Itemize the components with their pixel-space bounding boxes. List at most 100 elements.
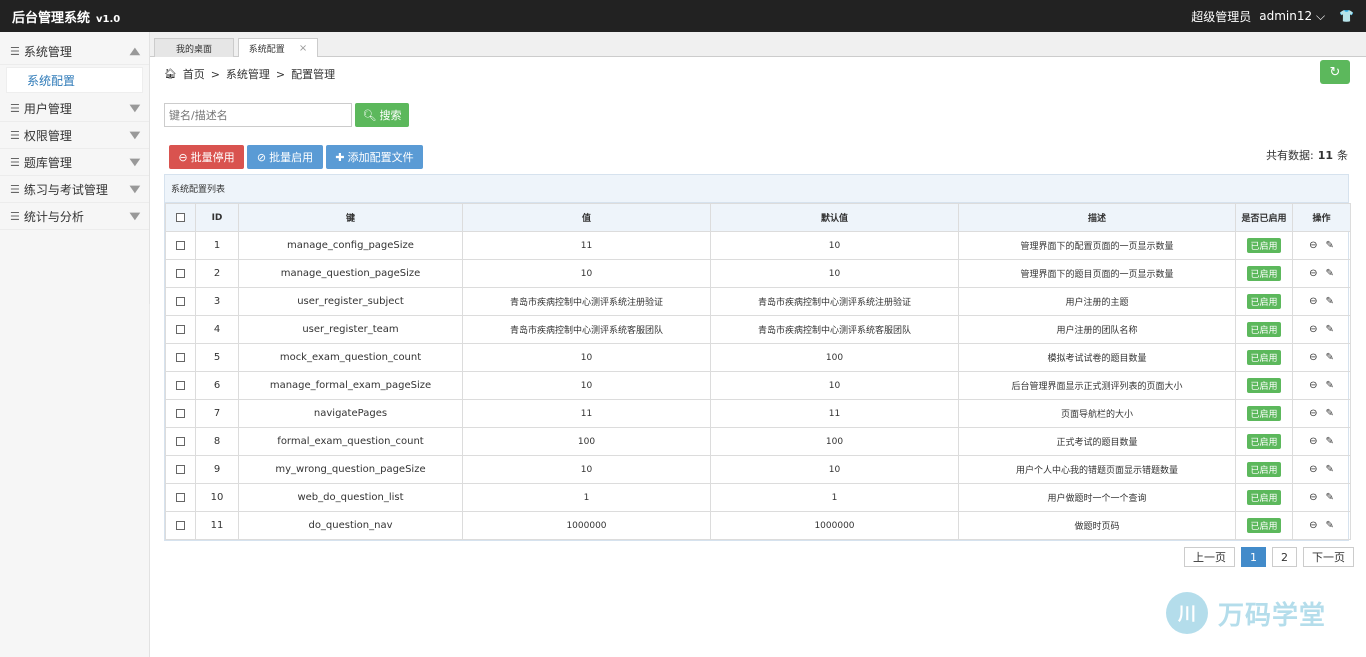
sidebar-item-system[interactable]: ☰ 系统管理 ▲: [0, 38, 149, 65]
row-checkbox[interactable]: [176, 492, 185, 502]
page-1-button[interactable]: 1: [1241, 547, 1266, 567]
search-icon: 🔍︎: [362, 108, 377, 122]
cell-actions: ⊖ ✎: [1292, 399, 1351, 428]
disable-icon[interactable]: ⊖: [1309, 408, 1317, 419]
close-icon[interactable]: ×: [299, 43, 307, 54]
cell-id: 10: [195, 483, 239, 512]
cell-status: 已启用: [1235, 287, 1293, 316]
row-checkbox[interactable]: [176, 240, 185, 250]
col-header-id[interactable]: ID: [195, 203, 239, 232]
row-checkbox-cell: [165, 511, 196, 540]
disable-icon[interactable]: ⊖: [1309, 296, 1317, 307]
cell-key: my_wrong_question_pageSize: [238, 455, 463, 484]
edit-icon[interactable]: ✎: [1326, 436, 1334, 447]
edit-icon[interactable]: ✎: [1326, 492, 1334, 503]
cell-default: 青岛市疾病控制中心测评系统注册验证: [710, 287, 959, 316]
batch-enable-button[interactable]: ⊘ 批量启用: [247, 145, 323, 169]
cell-default: 10: [710, 231, 959, 260]
user-role[interactable]: 超级管理员: [1191, 8, 1251, 25]
table-row: 8 formal_exam_question_count 100 100 正式考试的题目…: [165, 427, 1351, 456]
cell-status: 已启用: [1235, 315, 1293, 344]
add-config-button[interactable]: ✚ 添加配置文件: [326, 145, 423, 169]
cell-desc: 管理界面下的配置页面的一页显示数量: [958, 231, 1236, 260]
col-header-default[interactable]: 默认值: [710, 203, 959, 232]
disable-icon[interactable]: ⊖: [1309, 464, 1317, 475]
disable-icon[interactable]: ⊖: [1309, 492, 1317, 503]
breadcrumb-config: 配置管理: [291, 68, 336, 81]
row-checkbox[interactable]: [176, 296, 185, 306]
tab-desktop[interactable]: 我的桌面: [154, 38, 234, 57]
cell-status: 已启用: [1235, 427, 1293, 456]
disable-icon[interactable]: ⊖: [1309, 352, 1317, 363]
disable-icon[interactable]: ⊖: [1309, 268, 1317, 279]
col-header-value[interactable]: 值: [462, 203, 711, 232]
batch-disable-button[interactable]: ⊖ 批量停用: [169, 145, 244, 169]
sidebar-subitem-system-config[interactable]: 系统配置: [6, 67, 143, 93]
status-badge: 已启用: [1247, 238, 1281, 253]
disable-icon[interactable]: ⊖: [1309, 324, 1317, 335]
row-checkbox[interactable]: [176, 436, 185, 446]
row-checkbox[interactable]: [176, 380, 185, 390]
cell-key: mock_exam_question_count: [238, 343, 463, 372]
username-dropdown[interactable]: admin12 ⌵: [1259, 9, 1325, 24]
edit-icon[interactable]: ✎: [1326, 324, 1334, 335]
edit-icon[interactable]: ✎: [1326, 240, 1334, 251]
edit-icon[interactable]: ✎: [1326, 520, 1334, 531]
disable-icon[interactable]: ⊖: [1309, 380, 1317, 391]
col-header-desc[interactable]: 描述: [958, 203, 1236, 232]
edit-icon[interactable]: ✎: [1326, 464, 1334, 475]
edit-icon[interactable]: ✎: [1326, 408, 1334, 419]
breadcrumb-home[interactable]: 首页: [183, 66, 205, 82]
tab-system-config[interactable]: 系统配置 ×: [238, 38, 318, 57]
row-checkbox[interactable]: [176, 324, 185, 334]
col-header-key[interactable]: 键: [238, 203, 463, 232]
menu-icon: ☰: [10, 128, 20, 142]
cell-actions: ⊖ ✎: [1292, 427, 1351, 456]
sidebar-item-question-bank[interactable]: ☰ 题库管理 ▼: [0, 149, 149, 176]
select-all-checkbox[interactable]: [176, 212, 185, 222]
app-title[interactable]: 后台管理系统: [12, 7, 90, 26]
sidebar-item-exam[interactable]: ☰ 练习与考试管理 ▼: [0, 176, 149, 203]
brand[interactable]: 后台管理系统 v1.0: [12, 7, 120, 26]
cell-desc: 正式考试的题目数量: [958, 427, 1236, 456]
table-row: 6 manage_formal_exam_pageSize 10 10 后台管理界面显示…: [165, 371, 1351, 400]
breadcrumb-system[interactable]: 系统管理: [226, 66, 270, 82]
next-page-button[interactable]: 下一页: [1303, 547, 1354, 567]
search-button[interactable]: 🔍︎ 搜索: [355, 103, 409, 127]
disable-icon[interactable]: ⊖: [1309, 240, 1317, 251]
cell-default: 100: [710, 343, 959, 372]
sidebar-item-users[interactable]: ☰ 用户管理 ▼: [0, 95, 149, 122]
breadcrumb-separator: >: [275, 67, 286, 81]
disable-icon[interactable]: ⊖: [1309, 436, 1317, 447]
cell-id: 6: [195, 371, 239, 400]
row-checkbox[interactable]: [176, 268, 185, 278]
disable-icon[interactable]: ⊖: [1309, 520, 1317, 531]
edit-icon[interactable]: ✎: [1326, 268, 1334, 279]
search-input[interactable]: [164, 103, 352, 127]
sidebar-item-permissions[interactable]: ☰ 权限管理 ▼: [0, 122, 149, 149]
edit-icon[interactable]: ✎: [1326, 296, 1334, 307]
table-row: 1 manage_config_pageSize 11 10 管理界面下的配置页面的一页…: [165, 231, 1351, 260]
edit-icon[interactable]: ✎: [1326, 352, 1334, 363]
cell-key: navigatePages: [238, 399, 463, 428]
refresh-button[interactable]: ↻: [1320, 60, 1350, 84]
cell-id: 7: [195, 399, 239, 428]
row-checkbox[interactable]: [176, 464, 185, 474]
sidebar-item-label: 权限管理: [23, 128, 72, 143]
col-header-enabled[interactable]: 是否已启用: [1235, 203, 1293, 232]
table-row: 9 my_wrong_question_pageSize 10 10 用户个人中心我的错…: [165, 455, 1351, 484]
skin-switch-icon[interactable]: 👕: [1339, 9, 1354, 23]
cell-key: user_register_team: [238, 315, 463, 344]
status-badge: 已启用: [1247, 518, 1281, 533]
prev-page-button[interactable]: 上一页: [1184, 547, 1235, 567]
sidebar-item-stats[interactable]: ☰ 统计与分析 ▼: [0, 203, 149, 230]
row-checkbox[interactable]: [176, 408, 185, 418]
row-checkbox-cell: [165, 483, 196, 512]
page-2-button[interactable]: 2: [1272, 547, 1297, 567]
row-checkbox[interactable]: [176, 520, 185, 530]
tab-label: 系统配置: [248, 44, 285, 55]
status-badge: 已启用: [1247, 434, 1281, 449]
status-badge: 已启用: [1247, 406, 1281, 421]
row-checkbox[interactable]: [176, 352, 185, 362]
edit-icon[interactable]: ✎: [1326, 380, 1334, 391]
